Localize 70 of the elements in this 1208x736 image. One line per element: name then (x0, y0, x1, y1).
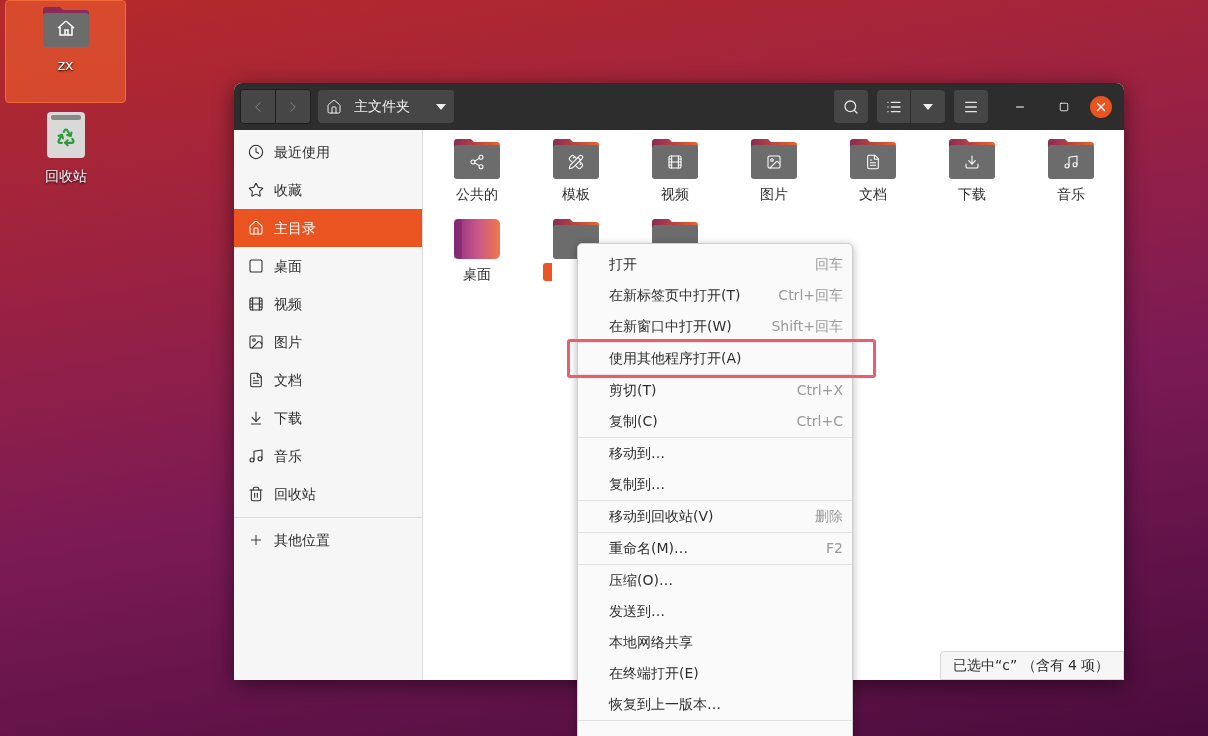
search-icon (843, 98, 859, 115)
menu-item[interactable]: 复制到… (578, 469, 852, 500)
shortcut-text: 删除 (815, 507, 843, 526)
desktop-icon-tile[interactable]: zx (5, 0, 126, 103)
clock-icon (248, 144, 264, 160)
menu-item[interactable]: 压缩(O)… (578, 565, 852, 596)
file-name: 图片 (759, 185, 788, 204)
star-icon (248, 182, 264, 198)
trash-icon (248, 486, 264, 502)
trash-bin-icon (46, 112, 85, 158)
sidebar-item[interactable]: 主目录 (234, 209, 422, 247)
file-name: 公共的 (455, 185, 498, 204)
image-icon (248, 334, 264, 350)
file-name: 文档 (858, 185, 887, 204)
close-button[interactable] (1090, 95, 1112, 118)
sidebar-item[interactable]: 其他位置 (234, 518, 422, 562)
file-name: 模板 (561, 185, 590, 204)
home-icon (248, 220, 264, 236)
shortcut-text: Ctrl+C (796, 412, 843, 431)
menu-item[interactable]: 在新标签页中打开(T) Ctrl+回车 (578, 280, 852, 311)
desktop-icon (248, 258, 264, 274)
desktop-icon-tile[interactable]: 回收站 (5, 105, 126, 195)
menu-item[interactable]: 剪切(T) Ctrl+X (578, 375, 852, 406)
sidebar-item[interactable]: 收藏 (234, 171, 422, 209)
caret-icon (436, 103, 446, 110)
sidebar-item[interactable]: 图片 (234, 323, 422, 361)
file-name: 音乐 (1056, 185, 1085, 204)
view-options-button[interactable] (911, 90, 945, 123)
desktop-icon-label: 回收站 (44, 167, 87, 186)
shortcut-text: Ctrl+回车 (778, 286, 843, 305)
shortcut-text: Shift+回车 (771, 317, 843, 336)
status-text: 已选中“c” （含有 4 项） (953, 656, 1110, 675)
path-bar-button[interactable]: 主文件夹 (318, 90, 454, 123)
menu-item[interactable]: 本地网络共享 (578, 627, 852, 658)
home-folder-icon (42, 7, 89, 47)
desktop-icon-label: zx (57, 56, 74, 75)
list-view-button[interactable] (877, 90, 911, 123)
menu-item[interactable]: 使用其他程序打开(A) (578, 343, 852, 374)
caret-icon (923, 103, 933, 110)
menu-item[interactable]: 复制(C) Ctrl+C (578, 406, 852, 437)
maximize-icon (1059, 101, 1069, 112)
sidebar-item[interactable]: 音乐 (234, 437, 422, 475)
menu-item[interactable]: 在新窗口中打开(W) Shift+回车 (578, 311, 852, 342)
menu-item[interactable]: 重命名(M)… F2 (578, 533, 852, 564)
search-button[interactable] (834, 90, 868, 123)
document-icon (248, 372, 264, 388)
menu-item[interactable]: 移动到回收站(V) 删除 (578, 501, 852, 532)
home-icon (326, 98, 342, 115)
shortcut-text: 回车 (815, 255, 843, 274)
file-name: 桌面 (462, 265, 491, 284)
menu-item[interactable]: 发送到… (578, 596, 852, 627)
file-name: 下载 (957, 185, 986, 204)
menu-item[interactable]: 打开 回车 (578, 249, 852, 280)
shortcut-text: Ctrl+X (796, 381, 843, 400)
menu-item[interactable]: 移动到… (578, 438, 852, 469)
sidebar-item[interactable]: 最近使用 (234, 133, 422, 171)
sidebar-item[interactable]: 回收站 (234, 475, 422, 513)
menu-item[interactable]: 恢复到上一版本… (578, 689, 852, 720)
menu-button[interactable] (954, 90, 988, 123)
file-name: 视频 (660, 185, 689, 204)
menu-item[interactable]: 在终端打开(E) (578, 658, 852, 689)
film-icon (248, 296, 264, 312)
download-icon (248, 410, 264, 426)
sidebar-item[interactable]: 文档 (234, 361, 422, 399)
sidebar-item[interactable]: 桌面 (234, 247, 422, 285)
music-note-icon (248, 448, 264, 464)
sidebar-item[interactable]: 视频 (234, 285, 422, 323)
plus-icon (248, 532, 264, 548)
shortcut-text: F2 (826, 539, 843, 558)
sidebar-item[interactable]: 下载 (234, 399, 422, 437)
